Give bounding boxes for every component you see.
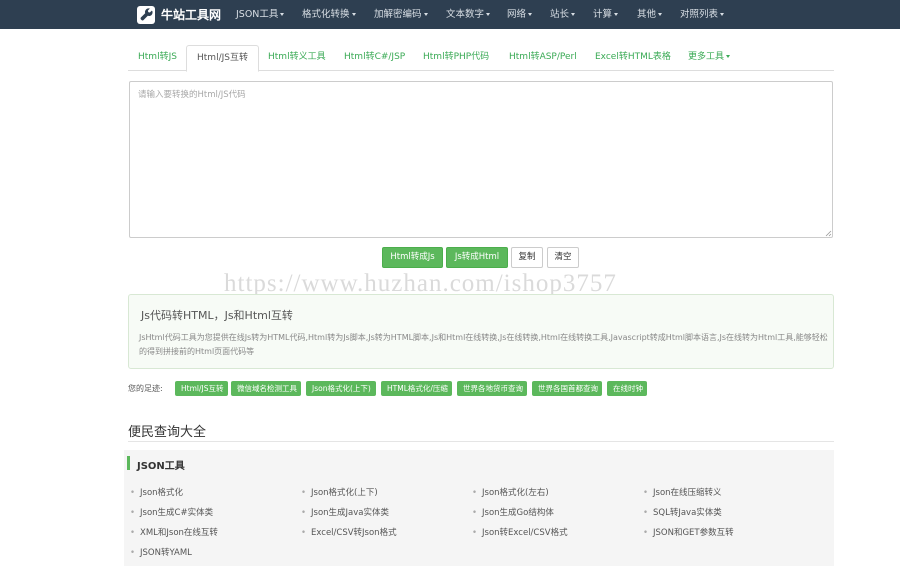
brand-name: 牛站工具网 [161,8,222,22]
tool-link[interactable]: • Json格式化 [130,486,183,498]
brand-logo[interactable]: 牛站工具网 [137,4,221,25]
tool-link[interactable]: • Excel/CSV转Json格式 [301,526,397,538]
tool-link[interactable]: • JSON和GET参数互转 [643,526,734,538]
caret-down-icon [726,55,731,58]
tool-link[interactable]: • Json格式化(上下) [301,486,378,498]
caret-down-icon [486,13,491,16]
tab-html-js-convert[interactable]: Html/JS互转 [186,45,259,72]
tool-link[interactable]: • Json生成Java实体类 [301,506,389,518]
nav-other[interactable]: 其他 [637,0,663,29]
footprint-tag[interactable]: 世界各地货币查询 [457,381,527,396]
nav-format-convert[interactable]: 格式化转换 [302,0,356,29]
nav-reference-list[interactable]: 对照列表 [680,0,725,29]
nav-network[interactable]: 网络 [507,0,533,29]
nav-encrypt-encode[interactable]: 加解密编码 [374,0,428,29]
tool-link[interactable]: • Json生成Go结构体 [472,506,554,518]
tool-link[interactable]: • XML和Json在线互转 [130,526,218,538]
category-accent-bar [127,456,130,470]
nav-text-number[interactable]: 文本数字 [446,0,491,29]
footprint-label: 您的足迹: [128,384,163,393]
caret-down-icon [614,13,619,16]
resize-grip-icon[interactable] [824,229,832,237]
tab-html-to-js[interactable]: Html转JS [128,45,187,71]
tab-excel-to-html[interactable]: Excel转HTML表格 [585,45,681,71]
footprint-tag[interactable]: 微信域名检测工具 [231,381,301,396]
tool-link[interactable]: • JSON转YAML [130,546,192,558]
footprint-tag[interactable]: 世界各国首都查询 [532,381,602,396]
info-description: JsHtml代码工具为您提供在线Js转为HTML代码,Html转为Js脚本,Js… [139,333,828,356]
section-title: 便民查询大全 [128,425,207,440]
footprint-tag[interactable]: 在线时钟 [607,381,647,396]
html-to-js-button[interactable]: Html转成Js [382,247,443,268]
footprint-tag[interactable]: Html/JS互转 [175,381,228,396]
tool-link[interactable]: • SQL转Java实体类 [643,506,722,518]
footprint-tag[interactable]: Json格式化(上下) [306,381,376,396]
section-divider [128,441,834,442]
tool-link[interactable]: • Json格式化(左右) [472,486,549,498]
footprint-tag[interactable]: HTML格式化/压缩 [381,381,452,396]
info-title: Js代码转HTML，Js和Html互转 [141,309,293,322]
clear-button[interactable]: 清空 [547,247,579,268]
caret-down-icon [280,13,285,16]
tool-link[interactable]: • Json转Excel/CSV格式 [472,526,568,538]
tool-link[interactable]: • Json在线压缩转义 [643,486,722,498]
caret-down-icon [658,13,663,16]
tab-html-to-php[interactable]: Html转PHP代码 [413,45,499,71]
caret-down-icon [423,13,428,16]
top-navbar: 牛站工具网 JSON工具 格式化转换 加解密编码 文本数字 网络 站长 计算 其… [0,0,900,29]
tool-tabs: Html转JS Html/JS互转 Html转义工具 Html转C#/JSP H… [128,45,834,72]
caret-down-icon [571,13,576,16]
nav-webmaster[interactable]: 站长 [550,0,576,29]
tab-html-escape[interactable]: Html转义工具 [258,45,336,71]
caret-down-icon [720,13,725,16]
tab-more-tools[interactable]: 更多工具 [678,45,740,71]
code-input[interactable] [129,81,833,238]
category-title: JSON工具 [137,461,185,472]
copy-button[interactable]: 复制 [511,247,543,268]
tab-html-to-csharp-jsp[interactable]: Html转C#/JSP [334,45,415,71]
tab-html-to-asp-perl[interactable]: Html转ASP/Perl [499,45,587,71]
nav-calculate[interactable]: 计算 [593,0,619,29]
wrench-icon [137,5,155,24]
info-panel: Js代码转HTML，Js和Html互转 JsHtml代码工具为您提供在线Js转为… [128,294,834,369]
caret-down-icon [528,13,533,16]
tool-link[interactable]: • Json生成C#实体类 [130,506,213,518]
caret-down-icon [351,13,356,16]
js-to-html-button[interactable]: Js转成Html [446,247,508,268]
nav-json-tools[interactable]: JSON工具 [236,0,285,29]
